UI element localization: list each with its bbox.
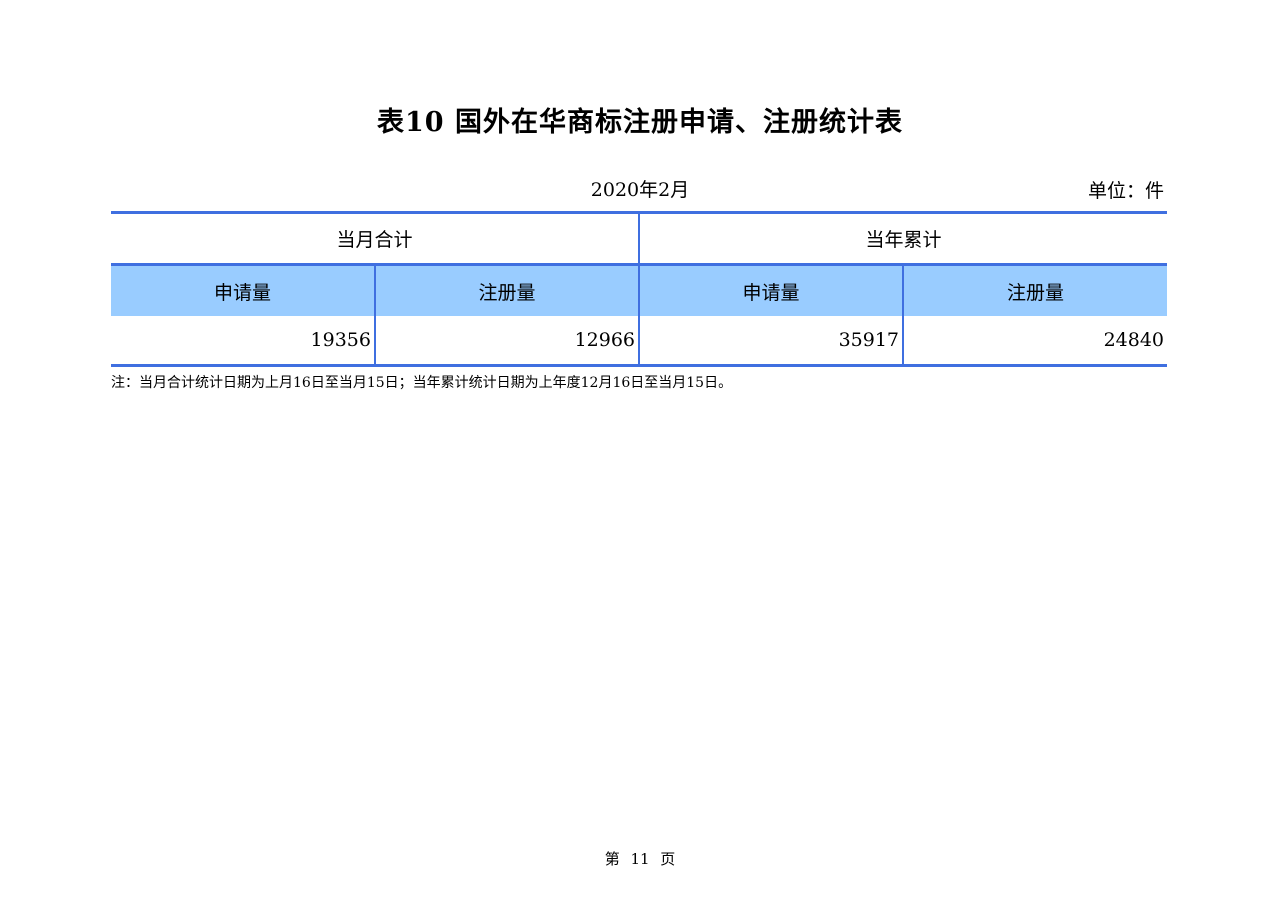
group-header-monthly-total: 当月合计 xyxy=(111,211,641,266)
table-row: 19356 12966 35917 24840 xyxy=(111,316,1168,367)
report-period: 2020年2月 xyxy=(590,179,690,201)
cell-monthly-registrations: 12966 xyxy=(373,316,640,367)
column-header-monthly-applications: 申请量 xyxy=(111,264,375,316)
column-header-monthly-registrations: 注册量 xyxy=(373,264,640,316)
page-number: 第 11 页 xyxy=(604,850,676,868)
column-header-yearly-applications: 申请量 xyxy=(638,264,904,316)
table-group-header-row: 当月合计 当年累计 xyxy=(111,211,1168,266)
column-header-yearly-registrations: 注册量 xyxy=(902,264,1168,316)
cell-monthly-applications: 19356 xyxy=(111,316,375,367)
table-footnote: 注：当月合计统计日期为上月16日至当月15日；当年累计统计日期为上年度12月16… xyxy=(111,375,733,391)
cell-yearly-registrations: 24840 xyxy=(902,316,1168,367)
group-header-yearly-cumulative: 当年累计 xyxy=(639,211,1168,266)
cell-yearly-applications: 35917 xyxy=(638,316,904,367)
table-column-header-row: 申请量 注册量 申请量 注册量 xyxy=(111,264,1168,316)
unit-label: 单位：件 xyxy=(1087,180,1164,202)
page-title: 表10 国外在华商标注册申请、注册统计表 xyxy=(377,107,903,138)
statistics-table: 当月合计 当年累计 申请量 注册量 申请量 注册量 19356 12966 35… xyxy=(111,211,1168,367)
